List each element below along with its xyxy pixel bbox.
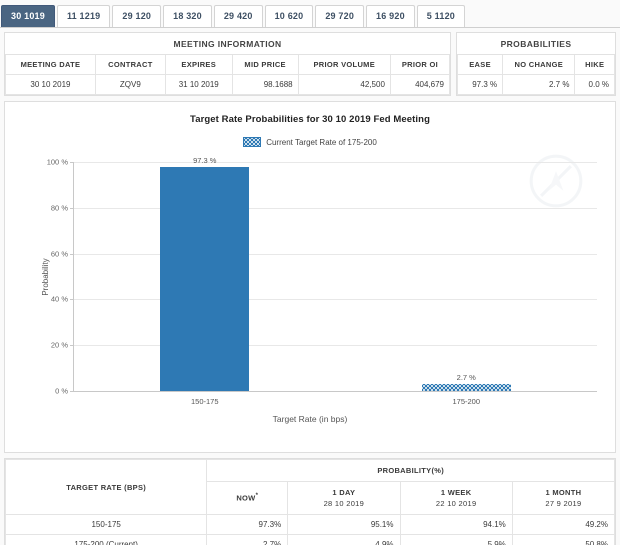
column-header: NO CHANGE [502, 55, 576, 75]
meeting-information-title: MEETING INFORMATION [5, 33, 450, 55]
column-header: CONTRACT [94, 55, 166, 75]
col-1-month: 1 MONTH 27 9 2019 [511, 481, 616, 515]
y-tick-label: 60 % [50, 249, 68, 259]
meeting-information-panel: MEETING INFORMATION MEETING DATE CONTRACT… [4, 32, 451, 96]
bar-value-label: 97.3 % [193, 156, 217, 166]
x-tick-label: 150-175 [190, 397, 219, 406]
bar-150-175[interactable] [160, 167, 250, 391]
table-cell: 42,500 [297, 74, 391, 95]
bar-value-label: 2.7 % [456, 372, 476, 382]
info-panels: MEETING INFORMATION MEETING DATE CONTRACT… [0, 28, 620, 96]
table-row: 97.3 % 2.7 % 0.0 % [456, 74, 615, 95]
cell-probability: 5.9% [399, 534, 513, 545]
cell-target-rate: 150-175 [4, 514, 208, 535]
y-tick-label: 20 % [50, 340, 68, 350]
y-tick-label: 40 % [50, 294, 68, 304]
tab-meeting-2[interactable]: 29 120 [112, 5, 162, 27]
y-tick-label: 0 % [55, 386, 68, 396]
probabilities-table: EASE NO CHANGE HIKE 97.3 % 2.7 % 0.0 % [456, 55, 615, 95]
grid-line [74, 253, 597, 255]
col-now: NOW* [206, 481, 289, 515]
column-header: MID PRICE [231, 55, 299, 75]
tab-meeting-1[interactable]: 11 1219 [56, 5, 111, 27]
footnote-marker: * [255, 493, 259, 500]
col-label: 1 WEEK [440, 488, 472, 497]
cell-probability: 50.8% [511, 534, 616, 545]
cell-probability: 4.9% [287, 534, 401, 545]
tab-meeting-7[interactable]: 16 920 [366, 5, 415, 27]
y-tick-mark [70, 391, 74, 392]
column-header: HIKE [574, 55, 615, 75]
table-header-row: EASE NO CHANGE HIKE [456, 55, 615, 75]
table-cell: ZQV9 [94, 74, 166, 95]
y-tick-mark [70, 253, 74, 255]
col-label: 1 MONTH [545, 488, 582, 497]
table-cell: 30 10 2019 [5, 74, 96, 95]
table-row: 175-200 (Current) 2.7% 4.9% 5.9% 50.8% [4, 534, 616, 545]
col-1-day: 1 DAY 28 10 2019 [287, 481, 401, 515]
cell-probability: 94.1% [399, 514, 513, 535]
x-axis-label: Target Rate (in bps) [272, 414, 348, 424]
cell-probability: 97.3% [206, 514, 289, 535]
cell-probability: 49.2% [511, 514, 616, 535]
tab-meeting-3[interactable]: 18 320 [163, 5, 212, 27]
cell-probability: 95.1% [287, 514, 401, 535]
col-sublabel: 28 10 2019 [323, 499, 365, 508]
column-header: EASE [456, 55, 504, 75]
probabilities-title: PROBABILITIES [457, 33, 615, 55]
y-tick-mark [70, 207, 74, 209]
meeting-date-tabbar: 30 1019 11 1219 29 120 18 320 29 420 10 620 29… [0, 0, 620, 28]
cme-fedwatch-page: 30 1019 11 1219 29 120 18 320 29 420 10 620 29… [0, 0, 620, 545]
col-label: 1 DAY [332, 488, 356, 497]
col-label: NOW [236, 493, 256, 503]
tab-meeting-6[interactable]: 29 720 [315, 5, 365, 27]
table-row: 30 10 2019 ZQV9 31 10 2019 98.1688 42,500 404… [5, 74, 451, 95]
tab-meeting-0[interactable]: 30 1019 [1, 5, 55, 27]
x-tick-label: 175-200 [452, 397, 481, 406]
table-cell: 0.0 % [574, 74, 615, 95]
table-row: 150-175 97.3% 95.1% 94.1% 49.2% [4, 514, 616, 535]
chart-plot-area: 0 % 20 % 40 % 60 % 80 % 100 % 97.3 % 150-175 2.7… [47, 156, 597, 406]
tab-meeting-5[interactable]: 10 620 [264, 5, 314, 27]
grid-line [74, 299, 597, 301]
grid-line [74, 345, 597, 347]
table-cell: 404,679 [389, 74, 451, 95]
probabilities-panel: PROBABILITIES EASE NO CHANGE HIKE 97.3 % 2.… [456, 32, 616, 96]
column-header: PRIOR OI [389, 55, 451, 75]
col-sublabel: 27 9 2019 [545, 499, 582, 508]
column-header: PRIOR VOLUME [297, 55, 391, 75]
cell-probability: 2.7% [206, 534, 289, 545]
col-sublabel: 22 10 2019 [435, 499, 477, 508]
grid-line [74, 207, 597, 209]
probability-breakdown-panel: TARGET RATE (BPS) PROBABILITY(%) NOW* 1 D… [4, 458, 616, 545]
y-tick-mark [70, 299, 74, 301]
col-1-week: 1 WEEK 22 10 2019 [399, 481, 513, 515]
y-tick-label: 100 % [46, 157, 68, 167]
y-axis-label: Probability [41, 258, 51, 296]
target-rate-probabilities-chart: Target Rate Probabilities for 30 10 2019… [4, 101, 616, 453]
y-tick-label: 80 % [50, 203, 68, 213]
table-cell: 31 10 2019 [164, 74, 233, 95]
table-header-row: MEETING DATE CONTRACT EXPIRES MID PRICE PRIO… [5, 55, 451, 75]
table-header-row: TARGET RATE (BPS) PROBABILITY(%) [4, 459, 615, 515]
probability-breakdown-table: TARGET RATE (BPS) PROBABILITY(%) NOW* 1 D… [4, 459, 616, 545]
cell-target-rate: 175-200 (Current) [4, 534, 208, 545]
col-probability-group: PROBABILITY(%) [206, 459, 615, 482]
col-target-rate: TARGET RATE (BPS) [4, 459, 208, 515]
y-tick-mark [70, 345, 74, 347]
grid-line [74, 162, 597, 163]
table-cell: 2.7 % [502, 74, 576, 95]
bar-175-200[interactable] [421, 383, 511, 391]
table-cell: 97.3 % [456, 74, 504, 95]
tab-meeting-8[interactable]: 5 1120 [416, 5, 466, 27]
column-header: MEETING DATE [5, 55, 96, 75]
column-header: EXPIRES [164, 55, 233, 75]
chart-plot: Probability 0 % 20 % 40 % 60 % 80 % 100 % 97.3… [5, 102, 615, 452]
y-tick-mark [70, 162, 74, 163]
table-cell: 98.1688 [231, 74, 299, 95]
tab-meeting-4[interactable]: 29 420 [213, 5, 263, 27]
meeting-information-table: MEETING DATE CONTRACT EXPIRES MID PRICE PRIO… [5, 55, 451, 95]
